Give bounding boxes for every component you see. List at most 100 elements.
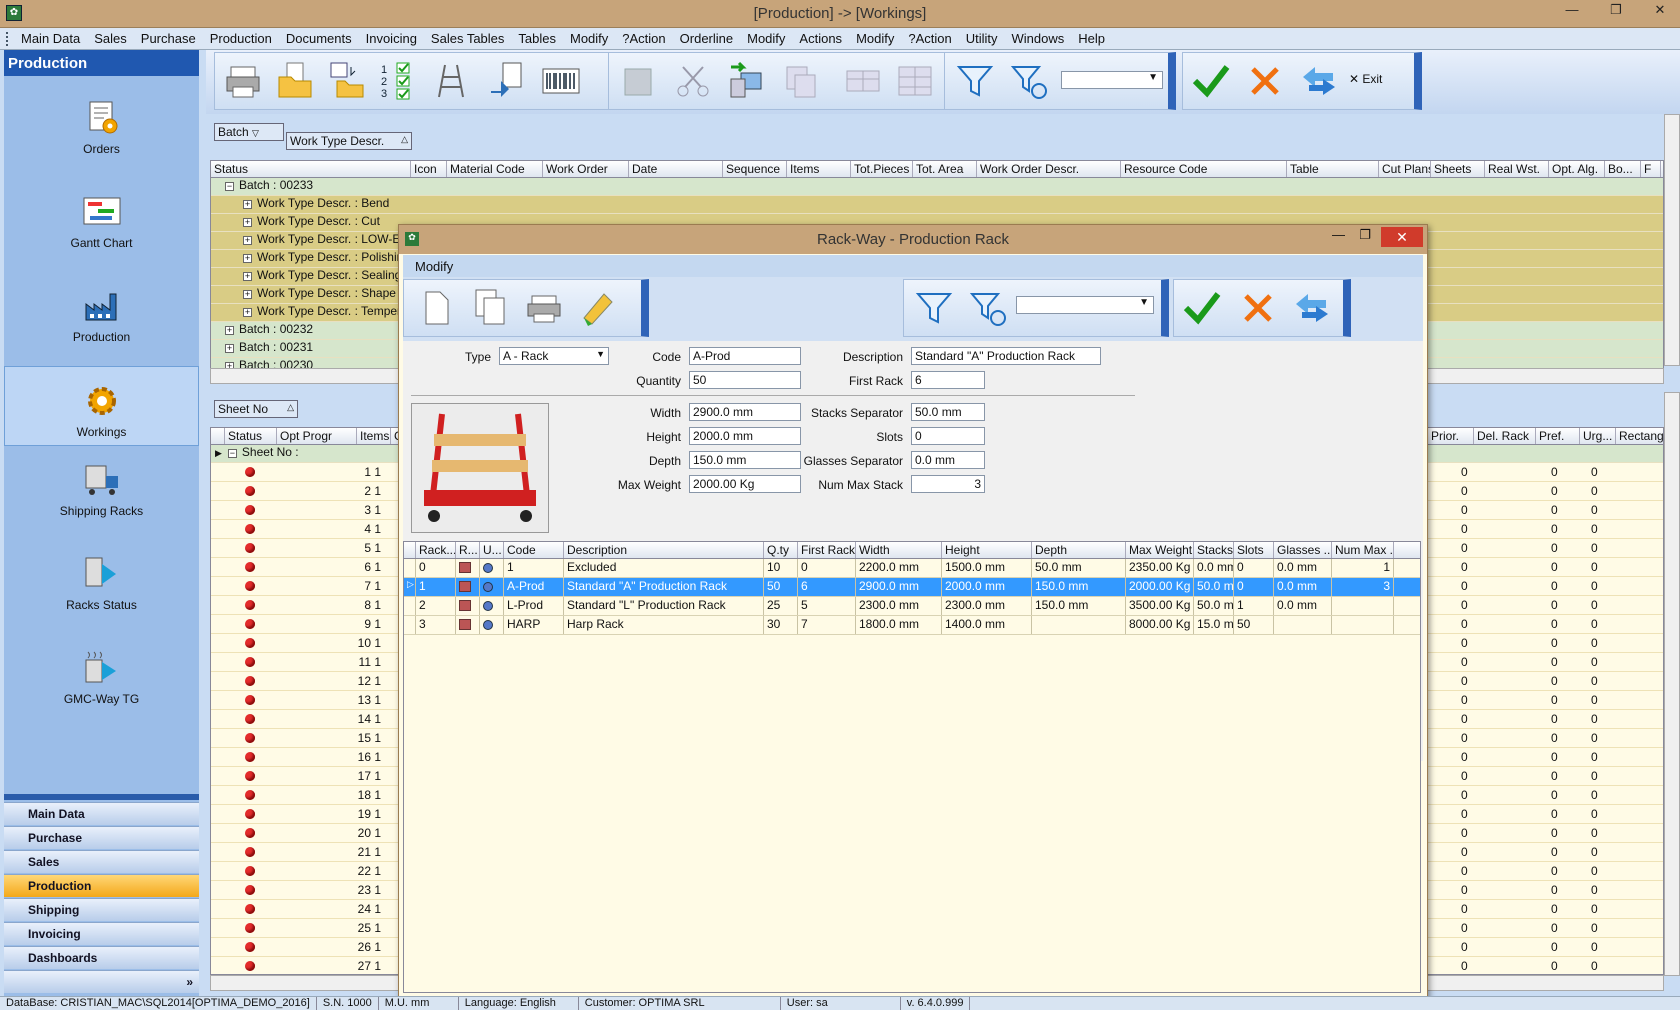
groupby-worktype-chip[interactable]: Work Type Descr. △ — [286, 132, 412, 150]
dialog-refresh-arrows-icon[interactable] — [1292, 288, 1332, 328]
table-split-disabled-icon[interactable] — [895, 61, 935, 101]
width-field[interactable]: 2900.0 mm — [689, 403, 801, 421]
dialog-minimize-icon[interactable]: — — [1332, 227, 1345, 242]
dialog-cancel-x-icon[interactable] — [1238, 288, 1278, 328]
quantity-field[interactable]: 50 — [689, 371, 801, 389]
refresh-arrows-icon[interactable] — [1299, 61, 1339, 101]
rack-col-header[interactable]: Stacks S... — [1194, 542, 1234, 558]
print-icon[interactable] — [223, 61, 263, 101]
menu-item[interactable]: ?Action — [615, 31, 672, 46]
col-header[interactable]: Bo... — [1605, 161, 1641, 177]
col-header-prior[interactable]: Prior. — [1428, 428, 1474, 444]
sidebar-item-gantt-chart[interactable]: Gantt Chart — [4, 192, 199, 272]
menu-item[interactable]: Modify — [563, 31, 615, 46]
menu-item[interactable]: Orderline — [673, 31, 740, 46]
nav-production[interactable]: Production — [4, 874, 199, 897]
dialog-confirm-check-icon[interactable] — [1182, 288, 1222, 328]
rack-row[interactable]: ▷ 1 A-Prod Standard "A" Production Rack 50 6 2… — [404, 578, 1420, 597]
menu-item[interactable]: ?Action — [901, 31, 958, 46]
export-document-icon[interactable] — [487, 61, 527, 101]
rack-col-header[interactable]: R... — [456, 542, 480, 558]
menu-item[interactable]: Documents — [279, 31, 359, 46]
col-header-pref[interactable]: Pref. — [1536, 428, 1580, 444]
rack-col-header[interactable]: Width — [856, 542, 942, 558]
col-header-rectangle[interactable]: Rectangle Y/N — [1616, 428, 1663, 444]
copy-disabled-icon[interactable] — [781, 61, 821, 101]
glasses-separator-field[interactable]: 0.0 mm — [911, 451, 985, 469]
move-folder-icon[interactable] — [327, 61, 367, 101]
dialog-print-icon[interactable] — [524, 288, 564, 328]
menu-item[interactable]: Main Data — [14, 31, 87, 46]
filter-icon[interactable] — [955, 61, 995, 101]
sidebar-splitter[interactable] — [4, 794, 199, 800]
scissors-icon[interactable] — [673, 61, 713, 101]
rack-col-header[interactable]: Num Max ... — [1332, 542, 1394, 558]
menu-item[interactable]: Invoicing — [359, 31, 424, 46]
rack-col-header[interactable]: Glasses ... — [1274, 542, 1332, 558]
minimize-icon[interactable]: — — [1560, 2, 1584, 22]
col-header[interactable]: Real Wst. — [1485, 161, 1549, 177]
copy-document-icon[interactable] — [470, 288, 510, 328]
batch-grid-vscroll[interactable] — [1664, 114, 1680, 366]
sequence-check-icon[interactable]: 123 — [379, 61, 419, 101]
sidebar-item-gmc-way-tg[interactable]: GMC-Way TG — [4, 648, 199, 728]
nav-main-data[interactable]: Main Data — [4, 802, 199, 825]
col-header[interactable]: Icon — [411, 161, 447, 177]
puzzle-icon[interactable] — [619, 61, 659, 101]
filter-select[interactable]: ▼ — [1061, 71, 1163, 89]
rack-col-header[interactable]: Max Weight — [1126, 542, 1194, 558]
rack-col-header[interactable]: Description — [564, 542, 764, 558]
col-header-items[interactable]: Items — [357, 428, 391, 444]
col-header[interactable]: Tot.Pieces — [851, 161, 913, 177]
rack-row[interactable]: 0 1 Excluded 10 0 2200.0 mm 1500.0 mm 50.0 mm 23… — [404, 559, 1420, 578]
menu-item[interactable]: Windows — [1005, 31, 1072, 46]
description-field[interactable]: Standard "A" Production Rack — [911, 347, 1101, 365]
col-header[interactable]: Tot. Area — [913, 161, 977, 177]
max-weight-field[interactable]: 2000.00 Kg — [689, 475, 801, 493]
close-icon[interactable]: ✕ — [1648, 2, 1672, 22]
col-header-del-rack[interactable]: Del. Rack — [1474, 428, 1536, 444]
col-header-urg[interactable]: Urg... — [1580, 428, 1616, 444]
rack-col-header[interactable]: U... — [480, 542, 504, 558]
rack-col-header[interactable]: Depth — [1032, 542, 1126, 558]
sidebar-item-shipping-racks[interactable]: Shipping Racks — [4, 460, 199, 540]
expander-icon[interactable]: + — [243, 272, 252, 281]
rack-col-header[interactable]: Slots — [1234, 542, 1274, 558]
menu-item[interactable]: Help — [1071, 31, 1112, 46]
rack-col-header[interactable]: Code — [504, 542, 564, 558]
new-document-icon[interactable] — [416, 288, 456, 328]
menu-item[interactable]: Actions — [792, 31, 849, 46]
sidebar-item-workings[interactable]: Workings — [4, 366, 199, 446]
col-header[interactable]: Material Code — [447, 161, 543, 177]
barcode-icon[interactable] — [541, 61, 581, 101]
menu-item[interactable]: Sales — [87, 31, 134, 46]
filter-clear-icon[interactable] — [1009, 61, 1049, 101]
table-disabled-icon[interactable] — [843, 61, 883, 101]
expander-icon[interactable]: + — [243, 236, 252, 245]
col-header[interactable]: Status — [211, 161, 411, 177]
expander-icon[interactable]: + — [243, 290, 252, 299]
confirm-check-icon[interactable] — [1191, 61, 1231, 101]
sidebar-item-production[interactable]: Production — [4, 286, 199, 366]
open-folder-icon[interactable] — [275, 61, 315, 101]
menu-item[interactable]: Modify — [849, 31, 901, 46]
expander-icon[interactable]: + — [243, 200, 252, 209]
sidebar-item-racks-status[interactable]: Racks Status — [4, 554, 199, 634]
expander-icon[interactable]: + — [243, 218, 252, 227]
col-header[interactable]: Opt. Alg. — [1549, 161, 1605, 177]
menu-item[interactable]: Sales Tables — [424, 31, 511, 46]
expander-icon[interactable]: + — [243, 254, 252, 263]
rack-col-header[interactable]: Q.ty — [764, 542, 798, 558]
nav-sales[interactable]: Sales — [4, 850, 199, 873]
dialog-filter-icon[interactable] — [914, 288, 954, 328]
nav-shipping[interactable]: Shipping — [4, 898, 199, 921]
menu-item[interactable]: Purchase — [134, 31, 203, 46]
rack-col-header[interactable]: Rack... — [416, 542, 456, 558]
worktype-group-row[interactable]: + Work Type Descr. : Bend — [211, 196, 1663, 214]
rack-col-header[interactable]: First Rack — [798, 542, 856, 558]
col-header[interactable]: Table — [1287, 161, 1379, 177]
col-header[interactable]: F — [1641, 161, 1661, 177]
first-rack-field[interactable]: 6 — [911, 371, 985, 389]
type-select[interactable]: A - Rack ▼ — [499, 347, 609, 365]
menu-item[interactable]: Production — [203, 31, 279, 46]
